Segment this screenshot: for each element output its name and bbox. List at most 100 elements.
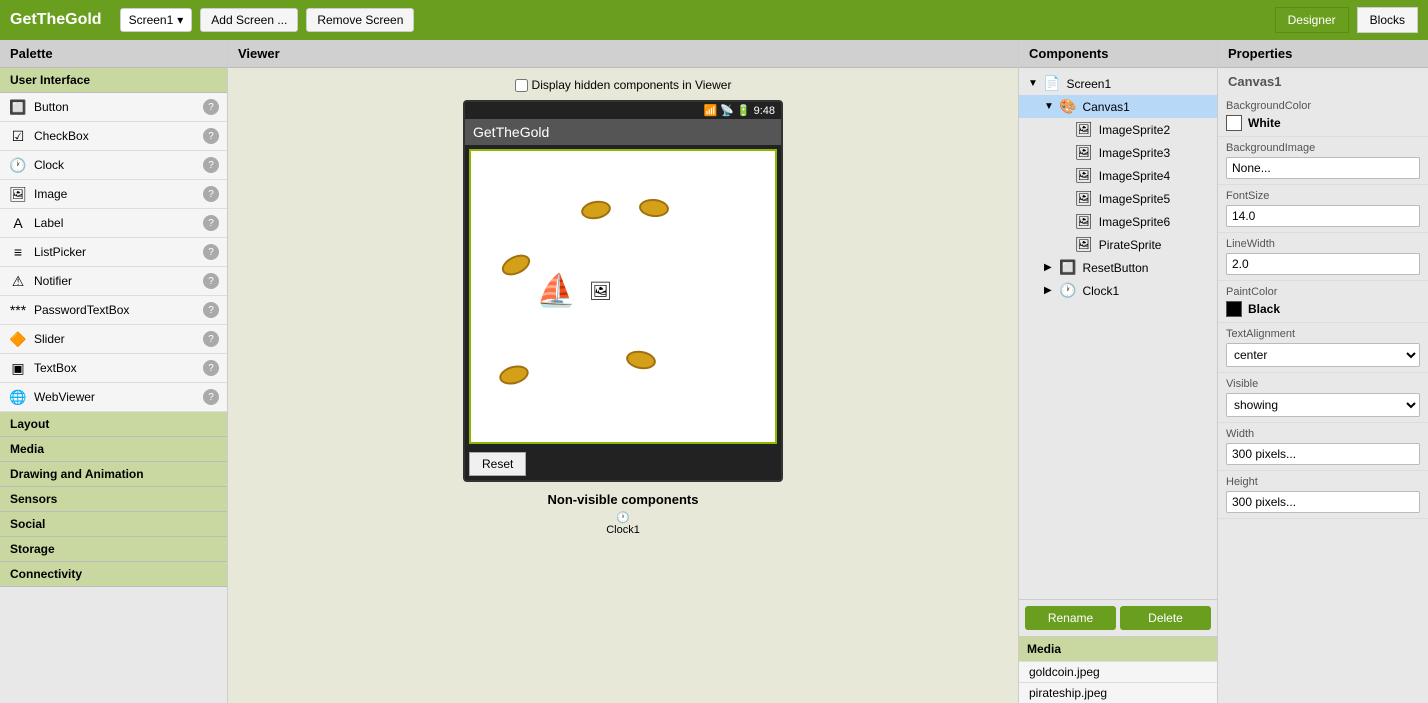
clock-nv-icon: 🕐 bbox=[616, 511, 630, 524]
tree-label: ResetButton bbox=[1082, 261, 1148, 275]
section-sensors[interactable]: Sensors bbox=[0, 487, 227, 512]
delete-button[interactable]: Delete bbox=[1120, 606, 1211, 630]
media-section: Media goldcoin.jpegpirateship.jpeg bbox=[1019, 636, 1217, 703]
color-box-paintcolor[interactable] bbox=[1226, 301, 1242, 317]
palette-item-notifier[interactable]: ⚠ Notifier ? bbox=[0, 267, 227, 296]
passwordtextbox-icon: *** bbox=[8, 300, 28, 320]
palette-item-label[interactable]: A Label ? bbox=[0, 209, 227, 238]
tree-label: ImageSprite2 bbox=[1099, 123, 1170, 137]
help-icon[interactable]: ? bbox=[203, 360, 219, 376]
palette-item-listpicker[interactable]: ≡ ListPicker ? bbox=[0, 238, 227, 267]
tree-label: ImageSprite6 bbox=[1099, 215, 1170, 229]
tree-toggle-canvas1[interactable]: ▼ bbox=[1044, 101, 1056, 112]
palette-item-checkbox[interactable]: ☑ CheckBox ? bbox=[0, 122, 227, 151]
color-box-backgroundcolor[interactable] bbox=[1226, 115, 1242, 131]
palette-label: WebViewer bbox=[34, 390, 203, 404]
palette-item-passwordtextbox[interactable]: *** PasswordTextBox ? bbox=[0, 296, 227, 325]
wifi-icon: 📶 bbox=[703, 104, 717, 117]
palette-item-image[interactable]: 🖼 Image ? bbox=[0, 180, 227, 209]
prop-input-backgroundimage[interactable] bbox=[1226, 157, 1420, 179]
palette-label: ListPicker bbox=[34, 245, 203, 259]
clock-nv-label: Clock1 bbox=[606, 524, 640, 536]
rename-button[interactable]: Rename bbox=[1025, 606, 1116, 630]
signal-icon: 📡 bbox=[720, 104, 734, 117]
display-hidden-label: Display hidden components in Viewer bbox=[532, 78, 732, 92]
phone-status-bar: 📶 📡 🔋 9:48 bbox=[465, 102, 781, 119]
reset-button[interactable]: Reset bbox=[469, 452, 526, 476]
tree-toggle-screen1[interactable]: ▼ bbox=[1028, 78, 1040, 89]
tree-label: ImageSprite4 bbox=[1099, 169, 1170, 183]
tree-item-resetbutton[interactable]: ▶🔲ResetButton bbox=[1019, 256, 1217, 279]
section-drawing[interactable]: Drawing and Animation bbox=[0, 462, 227, 487]
prop-input-linewidth[interactable] bbox=[1226, 253, 1420, 275]
help-icon[interactable]: ? bbox=[203, 331, 219, 347]
display-hidden-checkbox[interactable] bbox=[515, 79, 528, 92]
properties-panel: Properties Canvas1 BackgroundColor White… bbox=[1218, 40, 1428, 703]
prop-input-fontsize[interactable] bbox=[1226, 205, 1420, 227]
media-item-pirateship.jpeg: pirateship.jpeg bbox=[1019, 682, 1217, 703]
section-social[interactable]: Social bbox=[0, 512, 227, 537]
tree-item-piratesprite[interactable]: 🖼PirateSprite bbox=[1019, 233, 1217, 256]
prop-label-textalignment: TextAlignment bbox=[1226, 328, 1420, 340]
designer-button[interactable]: Designer bbox=[1275, 7, 1349, 33]
prop-textalignment: TextAlignment leftcenterright bbox=[1218, 323, 1428, 373]
palette-label: Clock bbox=[34, 158, 203, 172]
help-icon[interactable]: ? bbox=[203, 215, 219, 231]
section-user-interface[interactable]: User Interface bbox=[0, 68, 227, 93]
clock-icon: 🕐 bbox=[8, 155, 28, 175]
prop-label-height: Height bbox=[1226, 476, 1420, 488]
blocks-button[interactable]: Blocks bbox=[1357, 7, 1418, 33]
remove-screen-button[interactable]: Remove Screen bbox=[306, 8, 414, 32]
coin-3 bbox=[499, 251, 534, 280]
tree-toggle-resetbutton[interactable]: ▶ bbox=[1044, 262, 1056, 273]
tree-item-imagesprite4[interactable]: 🖼ImageSprite4 bbox=[1019, 164, 1217, 187]
palette-item-slider[interactable]: 🔶 Slider ? bbox=[0, 325, 227, 354]
tree-toggle-clock1[interactable]: ▶ bbox=[1044, 285, 1056, 296]
prop-backgroundcolor: BackgroundColor White bbox=[1218, 95, 1428, 137]
palette-item-textbox[interactable]: ▣ TextBox ? bbox=[0, 354, 227, 383]
tree-item-screen1[interactable]: ▼📄Screen1 bbox=[1019, 72, 1217, 95]
webviewer-icon: 🌐 bbox=[8, 387, 28, 407]
palette-item-button[interactable]: 🔲 Button ? bbox=[0, 93, 227, 122]
tree-item-clock1[interactable]: ▶🕐Clock1 bbox=[1019, 279, 1217, 302]
tree-item-canvas1[interactable]: ▼🎨Canvas1 bbox=[1019, 95, 1217, 118]
add-screen-button[interactable]: Add Screen ... bbox=[200, 8, 298, 32]
prop-select-visible[interactable]: showinghidden bbox=[1226, 393, 1420, 417]
component-buttons: Rename Delete bbox=[1019, 599, 1217, 636]
section-media[interactable]: Media bbox=[0, 437, 227, 462]
help-icon[interactable]: ? bbox=[203, 157, 219, 173]
tree-item-imagesprite5[interactable]: 🖼ImageSprite5 bbox=[1019, 187, 1217, 210]
prop-fontsize: FontSize bbox=[1218, 185, 1428, 233]
tree-item-imagesprite2[interactable]: 🖼ImageSprite2 bbox=[1019, 118, 1217, 141]
prop-input-width[interactable] bbox=[1226, 443, 1420, 465]
tree-label: ImageSprite3 bbox=[1099, 146, 1170, 160]
palette-item-clock[interactable]: 🕐 Clock ? bbox=[0, 151, 227, 180]
prop-select-textalignment[interactable]: leftcenterright bbox=[1226, 343, 1420, 367]
help-icon[interactable]: ? bbox=[203, 99, 219, 115]
components-panel: Components ▼📄Screen1▼🎨Canvas1🖼ImageSprit… bbox=[1018, 40, 1218, 703]
palette-panel: Palette User Interface 🔲 Button ?☑ Check… bbox=[0, 40, 228, 703]
pirate-ship: ⛵ bbox=[536, 271, 576, 309]
section-storage[interactable]: Storage bbox=[0, 537, 227, 562]
help-icon[interactable]: ? bbox=[203, 273, 219, 289]
help-icon[interactable]: ? bbox=[203, 128, 219, 144]
help-icon[interactable]: ? bbox=[203, 302, 219, 318]
help-icon[interactable]: ? bbox=[203, 186, 219, 202]
screen-dropdown[interactable]: Screen1 ▾ bbox=[120, 8, 193, 32]
section-layout[interactable]: Layout bbox=[0, 412, 227, 437]
tree-item-imagesprite6[interactable]: 🖼ImageSprite6 bbox=[1019, 210, 1217, 233]
media-title: Media bbox=[1019, 637, 1217, 661]
palette-label: Label bbox=[34, 216, 203, 230]
section-ui-label: User Interface bbox=[10, 73, 90, 87]
tree-item-imagesprite3[interactable]: 🖼ImageSprite3 bbox=[1019, 141, 1217, 164]
help-icon[interactable]: ? bbox=[203, 389, 219, 405]
tree-label: Canvas1 bbox=[1082, 100, 1129, 114]
phone-canvas[interactable]: ⛵ 🖼 bbox=[469, 149, 777, 444]
help-icon[interactable]: ? bbox=[203, 244, 219, 260]
prop-label-backgroundcolor: BackgroundColor bbox=[1226, 100, 1420, 112]
section-connectivity[interactable]: Connectivity bbox=[0, 562, 227, 587]
component-tree: ▼📄Screen1▼🎨Canvas1🖼ImageSprite2🖼ImageSpr… bbox=[1019, 68, 1217, 599]
main-layout: Palette User Interface 🔲 Button ?☑ Check… bbox=[0, 40, 1428, 703]
palette-item-webviewer[interactable]: 🌐 WebViewer ? bbox=[0, 383, 227, 412]
prop-input-height[interactable] bbox=[1226, 491, 1420, 513]
